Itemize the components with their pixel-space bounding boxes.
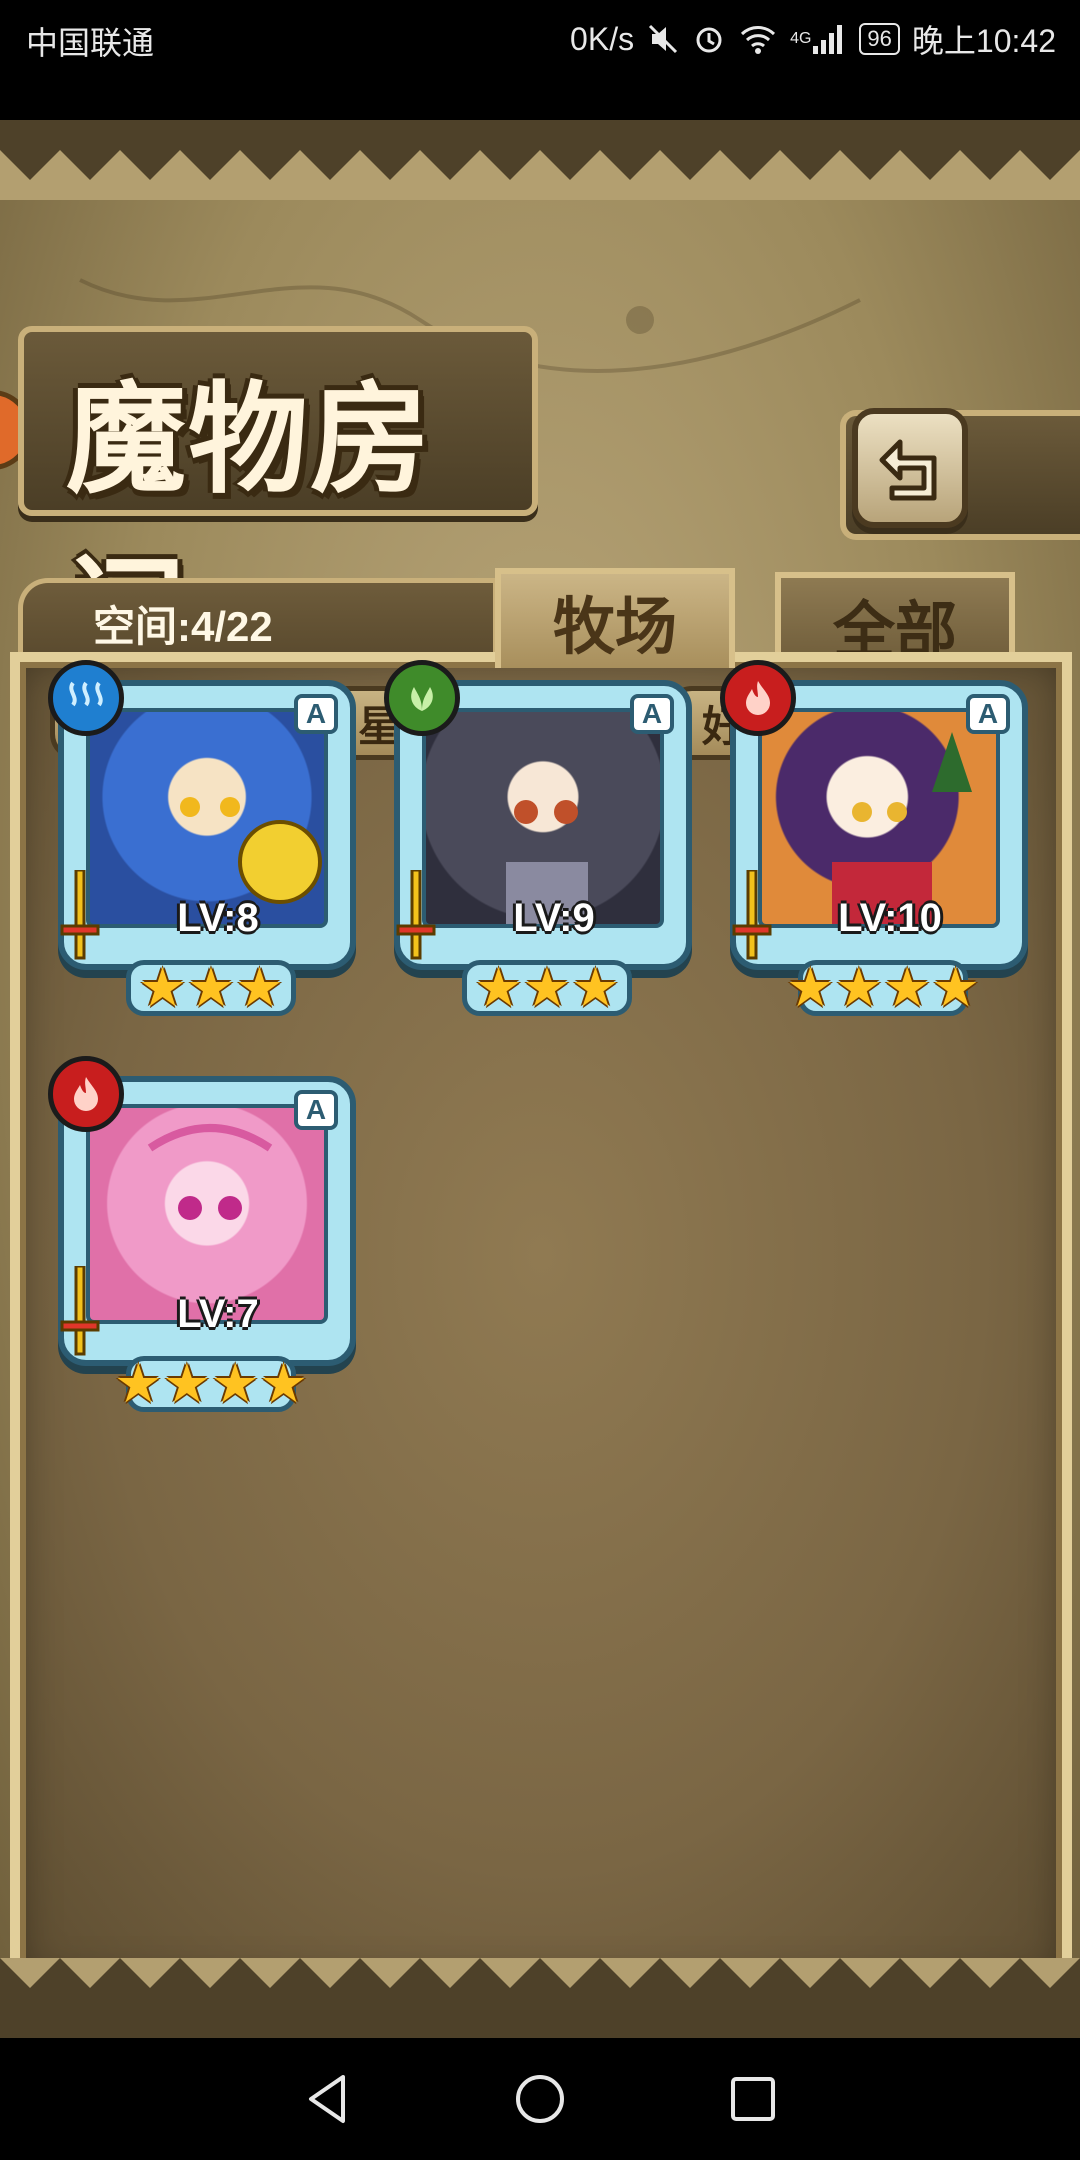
star-icon: ★ xyxy=(883,958,932,1018)
battery-icon: 96 xyxy=(859,23,900,55)
star-icon: ★ xyxy=(786,958,835,1018)
monster-card[interactable]: A LV:9 ★ ★ ★ xyxy=(384,660,694,1020)
network-speed: 0K/s xyxy=(570,20,635,57)
space-label: 空间:4/22 xyxy=(93,603,273,650)
mute-icon xyxy=(646,22,680,56)
recents-nav-button[interactable] xyxy=(708,2054,798,2144)
return-icon xyxy=(879,439,937,501)
monster-card[interactable]: A LV:8 ★ ★ ★ xyxy=(48,660,358,1020)
star-icon: ★ xyxy=(211,1354,260,1414)
status-bar: 中国联通 0K/s 4G 96 晚上10:42 xyxy=(0,0,1080,120)
star-icon: ★ xyxy=(522,958,572,1018)
tab-ranch[interactable]: 牧场 xyxy=(495,568,735,668)
monster-portrait xyxy=(758,708,1000,928)
level-label: LV:8 xyxy=(177,896,259,940)
fire-element-icon xyxy=(48,1056,124,1132)
star-icon: ★ xyxy=(162,1354,211,1414)
back-button[interactable] xyxy=(852,408,968,528)
monster-room-screen: 魔物房间 空间:4/22 牧场 全部 等级 星级 成长 好 xyxy=(0,120,1080,2038)
monster-portrait xyxy=(86,708,328,928)
rank-badge: A xyxy=(294,694,338,734)
level-label: LV:7 xyxy=(177,1292,259,1336)
sword-icon xyxy=(392,868,440,971)
rank-badge: A xyxy=(966,694,1010,734)
rank-badge: A xyxy=(294,1090,338,1130)
star-icon: ★ xyxy=(931,958,980,1018)
bottom-border xyxy=(0,1958,1080,2038)
monster-card[interactable]: A LV:10 ★ ★ ★ ★ xyxy=(720,660,1030,1020)
top-border xyxy=(0,120,1080,200)
signal-icon: 4G xyxy=(790,22,847,56)
sword-icon xyxy=(56,1264,104,1367)
star-icon: ★ xyxy=(186,958,236,1018)
sword-icon xyxy=(728,868,776,971)
star-rating: ★ ★ ★ ★ xyxy=(786,958,980,1018)
star-icon: ★ xyxy=(571,958,620,1018)
status-icons: 0K/s 4G 96 晚上10:42 xyxy=(570,16,1056,62)
monster-portrait xyxy=(86,1104,328,1324)
star-icon: ★ xyxy=(834,958,883,1018)
rank-badge: A xyxy=(630,694,674,734)
star-rating: ★ ★ ★ xyxy=(126,960,296,1016)
star-rating: ★ ★ ★ xyxy=(462,960,632,1016)
space-counter: 空间:4/22 xyxy=(18,578,498,658)
star-icon: ★ xyxy=(259,1354,308,1414)
level-label: LV:10 xyxy=(838,896,942,940)
home-circle-icon xyxy=(515,2075,564,2123)
back-triangle-icon xyxy=(308,2075,345,2123)
level-label: LV:9 xyxy=(513,896,595,940)
back-nav-button[interactable] xyxy=(282,2054,372,2144)
star-icon: ★ xyxy=(114,1354,163,1414)
network-type: 4G xyxy=(790,30,812,47)
carrier-name: 中国联通 xyxy=(26,25,155,61)
star-icon: ★ xyxy=(235,958,284,1018)
star-icon: ★ xyxy=(474,958,523,1018)
nature-element-icon xyxy=(384,660,460,736)
recents-square-icon xyxy=(731,2077,776,2121)
alarm-icon xyxy=(692,22,726,56)
wifi-icon xyxy=(738,22,778,56)
clock: 晚上10:42 xyxy=(911,23,1056,59)
sword-icon xyxy=(56,868,104,971)
tab-ranch-label: 牧场 xyxy=(552,593,677,662)
monster-card[interactable]: A LV:7 ★ ★ ★ ★ xyxy=(48,1056,358,1416)
title-plate: 魔物房间 xyxy=(18,302,538,684)
system-nav-bar xyxy=(0,2038,1080,2160)
water-element-icon xyxy=(48,660,124,736)
star-icon: ★ xyxy=(138,958,187,1018)
fire-element-icon xyxy=(720,660,796,736)
monster-portrait xyxy=(422,708,664,928)
star-rating: ★ ★ ★ ★ xyxy=(114,1354,308,1414)
home-nav-button[interactable] xyxy=(495,2054,585,2144)
